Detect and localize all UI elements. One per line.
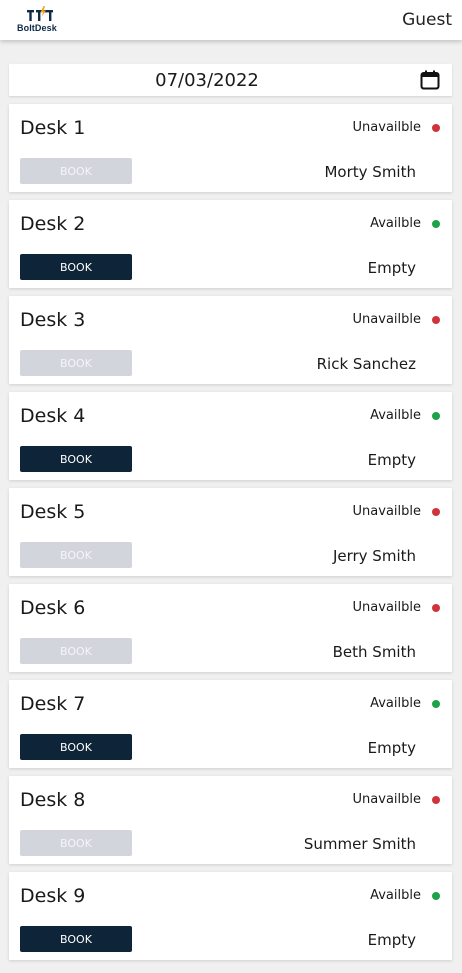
desk-card: Desk 7 Availble BOOK Empty: [9, 680, 452, 768]
desk-card: Desk 4 Availble BOOK Empty: [9, 392, 452, 480]
desk-logo-icon: [27, 6, 53, 21]
desk-status: Availble: [370, 888, 440, 903]
desk-name: Desk 5: [20, 501, 86, 523]
book-button[interactable]: BOOK: [20, 734, 132, 760]
desk-status: Unavailble: [353, 504, 440, 519]
occupant-name: Empty: [367, 931, 416, 949]
desk-card: Desk 9 Availble BOOK Empty: [9, 872, 452, 960]
date-picker[interactable]: 07/03/2022: [9, 64, 452, 96]
occupant-name: Morty Smith: [324, 163, 416, 181]
status-label: Unavailble: [352, 504, 421, 519]
occupant-name: Empty: [367, 739, 416, 757]
desk-name: Desk 6: [20, 597, 86, 619]
occupant-name: Empty: [367, 451, 416, 469]
desk-card: Desk 2 Availble BOOK Empty: [9, 200, 452, 288]
status-dot-icon: [432, 219, 440, 228]
status-label: Unavailble: [352, 120, 421, 135]
desk-name: Desk 2: [20, 213, 86, 235]
occupant-name: Rick Sanchez: [316, 355, 416, 373]
desk-card: Desk 5 Unavailble BOOK Jerry Smith: [9, 488, 452, 576]
status-dot-icon: [432, 507, 440, 516]
desk-status: Unavailble: [353, 792, 440, 807]
desk-name: Desk 8: [20, 789, 86, 811]
desk-name: Desk 9: [20, 885, 86, 907]
status-label: Unavailble: [352, 312, 421, 327]
status-dot-icon: [432, 411, 440, 420]
desk-status: Availble: [370, 696, 440, 711]
desk-status: Unavailble: [353, 120, 440, 135]
occupant-name: Summer Smith: [303, 835, 416, 853]
top-bar: BoltDesk Guest: [0, 0, 462, 40]
status-label: Unavailble: [352, 792, 421, 807]
status-label: Availble: [370, 216, 421, 231]
desk-status: Unavailble: [353, 600, 440, 615]
status-dot-icon: [432, 123, 440, 132]
desk-name: Desk 3: [20, 309, 86, 331]
desk-status: Availble: [370, 408, 440, 423]
status-label: Unavailble: [352, 600, 421, 615]
status-dot-icon: [432, 891, 440, 900]
logo-text: BoltDesk: [17, 23, 57, 33]
book-button[interactable]: BOOK: [20, 350, 132, 376]
status-dot-icon: [432, 603, 440, 612]
occupant-name: Jerry Smith: [332, 547, 416, 565]
occupant-name: Beth Smith: [332, 643, 416, 661]
status-label: Availble: [370, 696, 421, 711]
book-button[interactable]: BOOK: [20, 158, 132, 184]
status-dot-icon: [432, 795, 440, 804]
book-button[interactable]: BOOK: [20, 542, 132, 568]
user-name[interactable]: Guest: [402, 10, 452, 30]
book-button[interactable]: BOOK: [20, 830, 132, 856]
book-button[interactable]: BOOK: [20, 926, 132, 952]
desk-card: Desk 6 Unavailble BOOK Beth Smith: [9, 584, 452, 672]
desk-name: Desk 1: [20, 117, 86, 139]
desk-name: Desk 4: [20, 405, 86, 427]
desk-status: Unavailble: [353, 312, 440, 327]
status-dot-icon: [432, 699, 440, 708]
desk-name: Desk 7: [20, 693, 86, 715]
status-label: Availble: [370, 408, 421, 423]
book-button[interactable]: BOOK: [20, 638, 132, 664]
book-button[interactable]: BOOK: [20, 254, 132, 280]
desk-card: Desk 1 Unavailble BOOK Morty Smith: [9, 104, 452, 192]
status-dot-icon: [432, 315, 440, 324]
desk-list: Desk 1 Unavailble BOOK Morty Smith Desk 2 Ava…: [9, 104, 452, 968]
boltdesk-logo[interactable]: BoltDesk: [14, 6, 66, 34]
desk-card: Desk 8 Unavailble BOOK Summer Smith: [9, 776, 452, 864]
calendar-icon[interactable]: [420, 70, 440, 90]
date-value[interactable]: 07/03/2022: [9, 70, 405, 91]
book-button[interactable]: BOOK: [20, 446, 132, 472]
desk-status: Availble: [370, 216, 440, 231]
status-label: Availble: [370, 888, 421, 903]
occupant-name: Empty: [367, 259, 416, 277]
desk-card: Desk 3 Unavailble BOOK Rick Sanchez: [9, 296, 452, 384]
